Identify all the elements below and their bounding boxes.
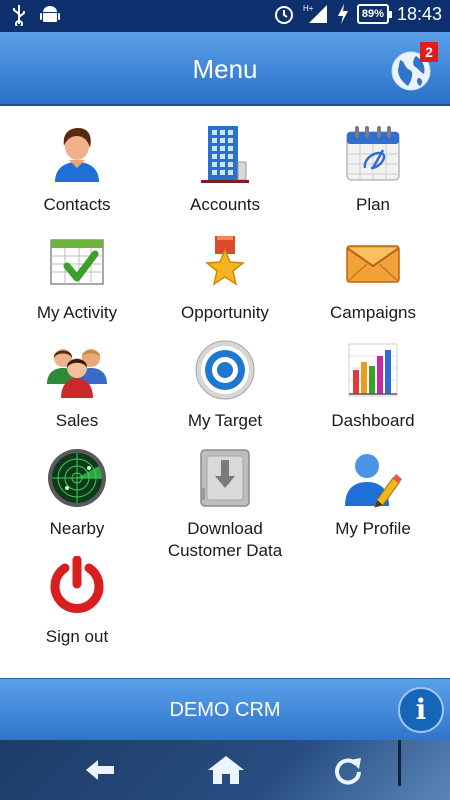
calendar-icon <box>346 126 400 181</box>
menu-item-contacts[interactable]: Contacts <box>2 108 152 216</box>
building-icon <box>201 126 249 183</box>
charging-icon <box>337 4 348 24</box>
medal-star-icon <box>205 236 245 286</box>
menu-item-label: My Profile <box>335 519 411 538</box>
navigation-bar <box>0 740 450 800</box>
page-title: Menu <box>192 54 258 84</box>
menu-item-label: Contacts <box>43 195 111 214</box>
menu-item-opportunity[interactable]: Opportunity <box>150 216 300 324</box>
menu-item-label: Campaigns <box>330 303 416 322</box>
menu-item-label: Sign out <box>45 627 109 646</box>
signal-icon: H+ <box>303 4 327 23</box>
menu-item-my-activity[interactable]: My Activity <box>2 216 152 324</box>
footer-bar: DEMO CRM i <box>0 678 450 740</box>
power-icon <box>50 556 104 613</box>
home-icon[interactable] <box>206 754 246 786</box>
people-group-icon <box>47 349 107 398</box>
usb-icon <box>13 5 25 26</box>
back-arrow-icon[interactable] <box>80 754 120 786</box>
info-button[interactable]: i <box>398 687 444 733</box>
svg-text:H+: H+ <box>303 4 314 13</box>
menu-item-label: Nearby <box>49 519 105 538</box>
menu-item-label-line2: Customer Data <box>167 541 283 560</box>
status-time: 18:43 <box>396 3 442 24</box>
android-icon <box>40 6 60 22</box>
contact-person-icon <box>55 128 99 182</box>
menu-item-label: Dashboard <box>331 411 415 430</box>
bar-chart-icon <box>348 343 398 397</box>
notification-badge: 2 <box>420 42 438 62</box>
menu-item-download-customer-data[interactable]: Download Customer Data <box>150 432 300 560</box>
download-box-icon <box>200 449 250 507</box>
refresh-icon[interactable] <box>328 754 368 786</box>
menu-item-label: My Target <box>187 411 263 430</box>
menu-item-label: My Activity <box>36 303 118 322</box>
nav-divider <box>398 740 401 786</box>
target-icon <box>195 340 255 400</box>
status-bar: H+ 89% 18:43 <box>0 0 450 32</box>
menu-item-label-line1: Download <box>187 519 263 538</box>
profile-edit-icon <box>345 454 402 508</box>
battery-indicator: 89% <box>356 4 392 24</box>
menu-item-label: Download Customer Data <box>150 518 300 562</box>
footer-title: DEMO CRM <box>169 699 281 721</box>
checklist-icon <box>50 239 104 285</box>
alarm-icon <box>274 6 293 24</box>
app-bar: Menu 2 <box>0 32 450 106</box>
menu-item-label: Sales <box>55 411 99 430</box>
menu-item-plan[interactable]: Plan <box>298 108 448 216</box>
menu-item-sales[interactable]: Sales <box>2 324 152 432</box>
envelope-icon <box>346 245 400 283</box>
menu-item-sign-out[interactable]: Sign out <box>2 540 152 648</box>
notification-button[interactable]: 2 <box>390 42 438 92</box>
menu-item-my-target[interactable]: My Target <box>150 324 300 432</box>
menu-item-label: Plan <box>355 195 391 214</box>
menu-item-my-profile[interactable]: My Profile <box>298 432 448 540</box>
menu-item-nearby[interactable]: Nearby <box>2 432 152 540</box>
menu-item-campaigns[interactable]: Campaigns <box>298 216 448 324</box>
info-icon: i <box>415 693 427 726</box>
radar-icon <box>48 449 106 507</box>
menu-item-accounts[interactable]: Accounts <box>150 108 300 216</box>
menu-item-label: Accounts <box>190 195 260 214</box>
menu-item-dashboard[interactable]: Dashboard <box>298 324 448 432</box>
menu-item-label: Opportunity <box>181 303 269 322</box>
